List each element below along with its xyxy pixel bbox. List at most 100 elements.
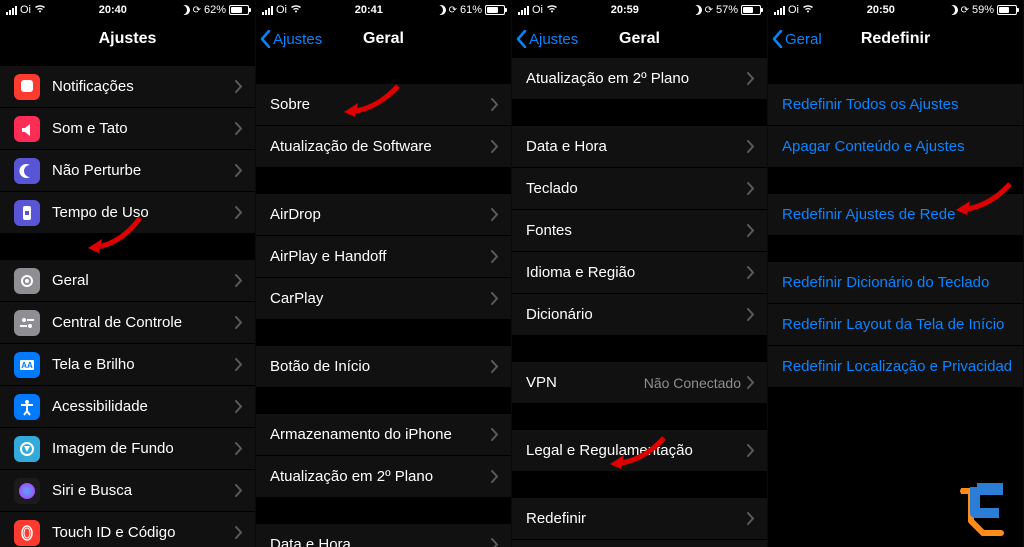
list-item[interactable]: Sobre <box>256 84 511 126</box>
list-item-label: Redefinir Layout da Tela de Início <box>782 316 1011 333</box>
list-item-label: VPN <box>526 374 644 391</box>
signal-icon <box>262 6 273 15</box>
list-item[interactable]: Geral <box>0 260 255 302</box>
group-separator <box>768 168 1023 194</box>
list-item[interactable]: VPNNão Conectado <box>512 362 767 404</box>
group-separator <box>768 58 1023 84</box>
orientation-lock-icon: ⟳ <box>961 5 969 16</box>
list-item[interactable]: Atualização em 2º Plano <box>512 58 767 100</box>
time-icon <box>14 200 40 226</box>
list-item[interactable]: Idioma e Região <box>512 252 767 294</box>
svg-text:AA: AA <box>21 361 33 370</box>
list-item[interactable]: Botão de Início <box>256 346 511 388</box>
list-item-label: AirDrop <box>270 206 491 223</box>
list-item-label: Apagar Conteúdo e Ajustes <box>782 138 1011 155</box>
list-item-label: Central de Controle <box>52 314 235 331</box>
list-item[interactable]: Legal e Regulamentação <box>512 430 767 472</box>
list-item[interactable]: Touch ID e Código <box>0 512 255 547</box>
shutdown-button[interactable]: Desligar <box>512 540 767 547</box>
list-item-detail: Não Conectado <box>644 375 741 391</box>
list-item[interactable]: Redefinir Localização e Privacidade <box>768 346 1023 388</box>
list-item[interactable]: Teclado <box>512 168 767 210</box>
list-item-label: Atualização em 2º Plano <box>526 70 747 87</box>
list-item[interactable]: Apagar Conteúdo e Ajustes <box>768 126 1023 168</box>
list-item-label: Dicionário <box>526 306 747 323</box>
list-item[interactable]: CarPlay <box>256 278 511 320</box>
list-item[interactable]: Armazenamento do iPhone <box>256 414 511 456</box>
battery-pct: 57% <box>716 4 738 16</box>
nav-bar: Ajustes Geral <box>512 20 767 58</box>
wall-icon <box>14 436 40 462</box>
sound-icon <box>14 116 40 142</box>
list-item[interactable]: Redefinir Dicionário do Teclado <box>768 262 1023 304</box>
list-item[interactable]: Não Perturbe <box>0 150 255 192</box>
list-item-label: Redefinir Ajustes de Rede <box>782 206 1011 223</box>
list-item-label: Legal e Regulamentação <box>526 442 747 459</box>
list-item[interactable]: Redefinir Todos os Ajustes <box>768 84 1023 126</box>
wifi-icon <box>34 4 46 16</box>
list-item[interactable]: AirPlay e Handoff <box>256 236 511 278</box>
list-item-label: CarPlay <box>270 290 491 307</box>
list-item[interactable]: Acessibilidade <box>0 386 255 428</box>
list-item[interactable]: Atualização de Software <box>256 126 511 168</box>
list-item[interactable]: Tempo de Uso <box>0 192 255 234</box>
geral-list: Sobre Atualização de Software AirDrop AirPl… <box>256 58 511 547</box>
status-bar: Oi 20:41 ⟳ 61% <box>256 0 511 20</box>
page-title: Redefinir <box>861 30 930 48</box>
page-title: Ajustes <box>99 30 157 48</box>
screen-geral-top: Oi 20:41 ⟳ 61% Ajustes Geral SobreAtuali… <box>256 0 512 547</box>
list-item-label: Acessibilidade <box>52 398 235 415</box>
list-item-label: Som e Tato <box>52 120 235 137</box>
list-item-label: Atualização de Software <box>270 138 491 155</box>
list-item-label: Redefinir Dicionário do Teclado <box>782 274 1011 291</box>
list-item[interactable]: Dicionário <box>512 294 767 336</box>
list-item[interactable]: Data e Hora <box>256 524 511 547</box>
battery-pct: 61% <box>460 4 482 16</box>
carrier-label: Oi <box>276 4 287 16</box>
page-title: Geral <box>619 30 660 48</box>
list-item[interactable]: Som e Tato <box>0 108 255 150</box>
battery-pct: 62% <box>204 4 226 16</box>
list-item[interactable]: AA Tela e Brilho <box>0 344 255 386</box>
list-item[interactable]: Imagem de Fundo <box>0 428 255 470</box>
list-item[interactable]: Redefinir Ajustes de Rede <box>768 194 1023 236</box>
redefinir-list: Redefinir Todos os Ajustes Apagar Conteúd… <box>768 58 1023 388</box>
orientation-lock-icon: ⟳ <box>449 5 457 16</box>
battery-icon <box>485 5 505 15</box>
list-item[interactable]: Central de Controle <box>0 302 255 344</box>
back-button[interactable]: Ajustes <box>260 30 322 48</box>
wifi-icon <box>290 4 302 16</box>
group-separator <box>256 388 511 414</box>
group-separator <box>256 498 511 524</box>
list-item[interactable]: Redefinir Layout da Tela de Início <box>768 304 1023 346</box>
screen-geral-bottom: Oi 20:59 ⟳ 57% Ajustes Geral Atualização… <box>512 0 768 547</box>
list-item-label: Data e Hora <box>526 138 747 155</box>
list-item[interactable]: Notificações <box>0 66 255 108</box>
list-item-label: Sobre <box>270 96 491 113</box>
orientation-lock-icon: ⟳ <box>193 5 201 16</box>
list-item[interactable]: Siri e Busca <box>0 470 255 512</box>
battery-icon <box>741 5 761 15</box>
battery-icon <box>997 5 1017 15</box>
clock-label: 20:40 <box>99 4 127 16</box>
list-item-label: Imagem de Fundo <box>52 440 235 457</box>
list-item[interactable]: Redefinir <box>512 498 767 540</box>
list-item[interactable]: Atualização em 2º Plano <box>256 456 511 498</box>
list-item-label: Teclado <box>526 180 747 197</box>
group-separator <box>512 100 767 126</box>
group-separator <box>256 58 511 84</box>
back-button[interactable]: Geral <box>772 30 822 48</box>
list-item-label: Tela e Brilho <box>52 356 235 373</box>
list-item[interactable]: AirDrop <box>256 194 511 236</box>
back-button[interactable]: Ajustes <box>516 30 578 48</box>
dnd-moon-icon <box>436 5 446 15</box>
list-item[interactable]: Data e Hora <box>512 126 767 168</box>
list-item[interactable]: Fontes <box>512 210 767 252</box>
status-bar: Oi 20:40 ⟳ 62% <box>0 0 255 20</box>
nav-bar: Geral Redefinir <box>768 20 1023 58</box>
battery-icon <box>229 5 249 15</box>
signal-icon <box>6 6 17 15</box>
group-separator <box>256 168 511 194</box>
group-separator <box>512 472 767 498</box>
list-item-label: Data e Hora <box>270 536 491 547</box>
